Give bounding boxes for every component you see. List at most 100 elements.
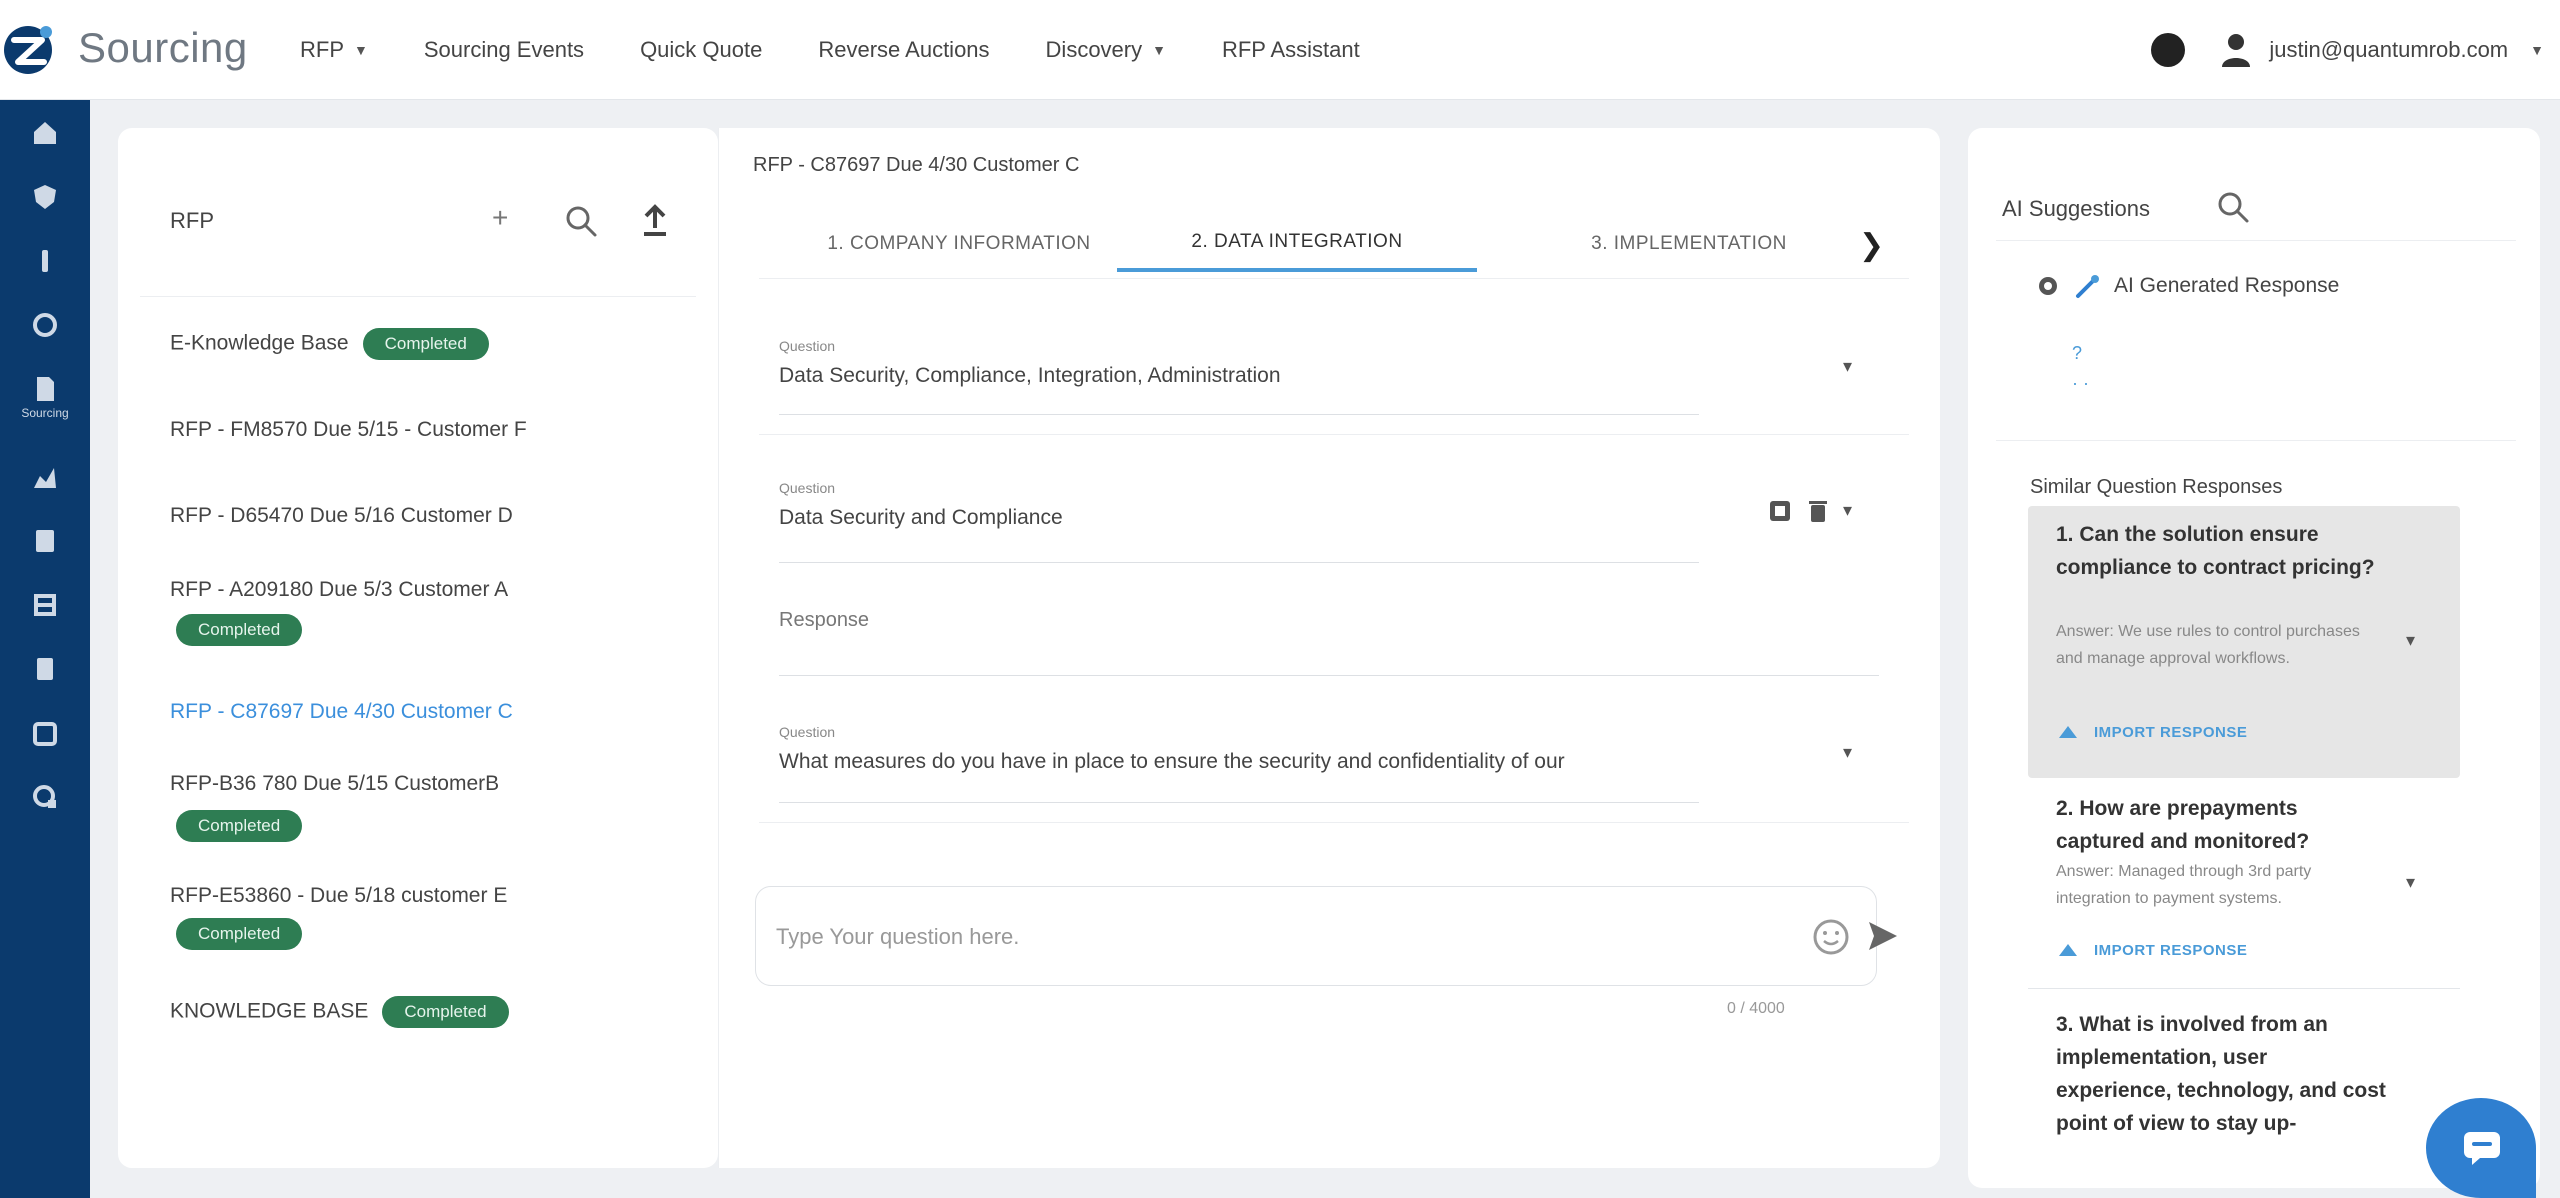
question-text[interactable]: Data Security, Compliance, Integration, …: [779, 364, 1879, 388]
import-response-label: IMPORT RESPONSE: [2094, 723, 2248, 741]
similar-question: 1. Can the solution ensure compliance to…: [2056, 523, 2375, 579]
rfp-list-header: RFP: [170, 208, 214, 233]
search-icon[interactable]: [564, 204, 598, 238]
logo-icon[interactable]: [0, 18, 62, 80]
tab-company-information[interactable]: 1. COMPANY INFORMATION: [779, 216, 1139, 272]
chevron-right-icon[interactable]: ❯: [1859, 228, 1884, 263]
divider: [2028, 988, 2460, 989]
clock-icon: [33, 313, 57, 337]
magic-wand-icon: [2076, 275, 2099, 298]
rail-analytics[interactable]: [0, 782, 90, 812]
nav-item-reverse-auctions[interactable]: Reverse Auctions: [818, 37, 989, 63]
globe-icon[interactable]: [2151, 33, 2186, 67]
rail-calendar[interactable]: [0, 718, 90, 748]
document-icon: [37, 377, 54, 401]
rfp-item[interactable]: RFP-B36 780 Due 5/15 CustomerB: [170, 772, 499, 796]
search-icon[interactable]: [2216, 190, 2250, 224]
rfp-item-label: RFP - A209180 Due 5/3 Customer A: [170, 578, 509, 601]
ai-response-placeholder: ? · ·: [2072, 338, 2089, 398]
divider: [779, 675, 1879, 676]
gear-icon: [2039, 277, 2057, 295]
nav-item-rfp[interactable]: RFP ▼: [300, 37, 368, 63]
nav-item-discovery[interactable]: Discovery ▼: [1046, 37, 1166, 63]
tab-implementation[interactable]: 3. IMPLEMENTATION: [1539, 216, 1839, 272]
calendar-icon: [33, 722, 57, 746]
rail-grid[interactable]: [0, 590, 90, 620]
rfp-item[interactable]: KNOWLEDGE BASE Completed: [170, 996, 509, 1028]
rail-list[interactable]: [0, 526, 90, 556]
similar-answer: Answer: Managed through 3rd party integr…: [2056, 863, 2312, 907]
chevron-down-icon[interactable]: ▾: [1843, 500, 1852, 521]
chat-input[interactable]: [776, 917, 1726, 957]
send-icon[interactable]: [1865, 918, 1901, 954]
chevron-down-icon[interactable]: ▾: [1843, 742, 1852, 763]
rfp-item[interactable]: RFP - A209180 Due 5/3 Customer A: [170, 578, 508, 602]
edit-icon[interactable]: [1767, 498, 1793, 524]
import-response-button[interactable]: IMPORT RESPONSE: [2056, 720, 2247, 744]
divider: [779, 802, 1699, 803]
rail-dollar[interactable]: [0, 246, 90, 276]
chart-icon: [34, 468, 56, 488]
side-rail: Sourcing: [0, 100, 90, 1198]
rfp-item-label: E-Knowledge Base: [170, 331, 349, 355]
rfp-detail-panel: RFP - C87697 Due 4/30 Customer C 1. COMP…: [718, 128, 1940, 1168]
status-badge: Completed: [382, 996, 509, 1028]
tab-data-integration[interactable]: 2. DATA INTEGRATION: [1117, 216, 1477, 272]
nav-item-quick-quote[interactable]: Quick Quote: [640, 37, 762, 63]
chevron-down-icon[interactable]: ▼: [2530, 42, 2544, 58]
status-badge: Completed: [176, 614, 303, 646]
chat-bubble-icon: [2464, 1132, 2500, 1165]
question-text[interactable]: What measures do you have in place to en…: [779, 750, 1879, 774]
add-rfp-button[interactable]: +: [492, 202, 508, 234]
chat-input-box: [755, 886, 1877, 986]
similar-response-card[interactable]: 3. What is involved from an implementati…: [2028, 998, 2460, 1178]
nav-item-label: Sourcing Events: [423, 37, 585, 62]
rail-sourcing[interactable]: Sourcing: [0, 374, 90, 420]
upload-icon[interactable]: [640, 202, 670, 238]
rail-clock[interactable]: [0, 310, 90, 340]
ai-placeholder-mark: · ·: [2072, 373, 2089, 393]
chat-support-button[interactable]: [2426, 1098, 2536, 1198]
shield-icon: [34, 185, 56, 209]
rfp-item-label: RFP - FM8570 Due 5/15 - Customer F: [170, 418, 527, 441]
rfp-item-label: RFP - C87697 Due 4/30 Customer C: [170, 700, 513, 723]
ai-generated-row[interactable]: AI Generated Response: [2036, 272, 2339, 300]
chevron-down-icon[interactable]: ▾: [1843, 356, 1852, 377]
chevron-down-icon[interactable]: ▾: [2406, 630, 2415, 651]
grid-icon: [34, 594, 56, 616]
rfp-item[interactable]: E-Knowledge Base Completed: [170, 328, 489, 360]
dollar-icon: [42, 250, 48, 272]
emoji-icon[interactable]: [1811, 917, 1851, 957]
rail-home[interactable]: [0, 118, 90, 148]
rail-shield[interactable]: [0, 182, 90, 212]
response-label[interactable]: Response: [779, 609, 869, 632]
page-title: RFP - C87697 Due 4/30 Customer C: [753, 154, 1080, 176]
rail-chart[interactable]: [0, 462, 90, 492]
rfp-item-active[interactable]: RFP - C87697 Due 4/30 Customer C: [170, 700, 513, 724]
rfp-item[interactable]: RFP-E53860 - Due 5/18 customer E: [170, 884, 507, 908]
similar-response-card[interactable]: 1. Can the solution ensure compliance to…: [2028, 506, 2460, 778]
rfp-item[interactable]: RFP - D65470 Due 5/16 Customer D: [170, 504, 513, 528]
question-text[interactable]: Data Security and Compliance: [779, 506, 1879, 530]
question-block: Question What measures do you have in pl…: [779, 724, 1879, 774]
rail-file[interactable]: [0, 654, 90, 684]
delete-icon[interactable]: [1805, 498, 1831, 524]
app-title: Sourcing: [78, 24, 248, 71]
rfp-item-label: KNOWLEDGE BASE: [170, 999, 369, 1023]
rfp-item[interactable]: RFP - FM8570 Due 5/15 - Customer F: [170, 418, 527, 442]
divider: [140, 296, 696, 297]
nav-item-sourcing-events[interactable]: Sourcing Events: [424, 37, 584, 63]
nav-item-label: Discovery: [1045, 37, 1143, 62]
chevron-down-icon[interactable]: ▾: [2406, 872, 2415, 893]
nav-item-rfp-assistant[interactable]: RFP Assistant: [1222, 37, 1360, 63]
user-icon: [2222, 34, 2251, 67]
nav-item-label: Quick Quote: [640, 37, 763, 62]
file-icon: [37, 658, 53, 680]
import-response-button[interactable]: IMPORT RESPONSE: [2056, 938, 2247, 962]
import-response-label: IMPORT RESPONSE: [2094, 941, 2248, 959]
user-email[interactable]: justin@quantumrob.com: [2269, 37, 2508, 63]
chevron-down-icon: ▼: [1152, 42, 1166, 58]
question-block: Question Data Security and Compliance: [779, 480, 1879, 530]
home-icon: [34, 122, 56, 144]
nav-item-label: RFP: [300, 37, 344, 62]
